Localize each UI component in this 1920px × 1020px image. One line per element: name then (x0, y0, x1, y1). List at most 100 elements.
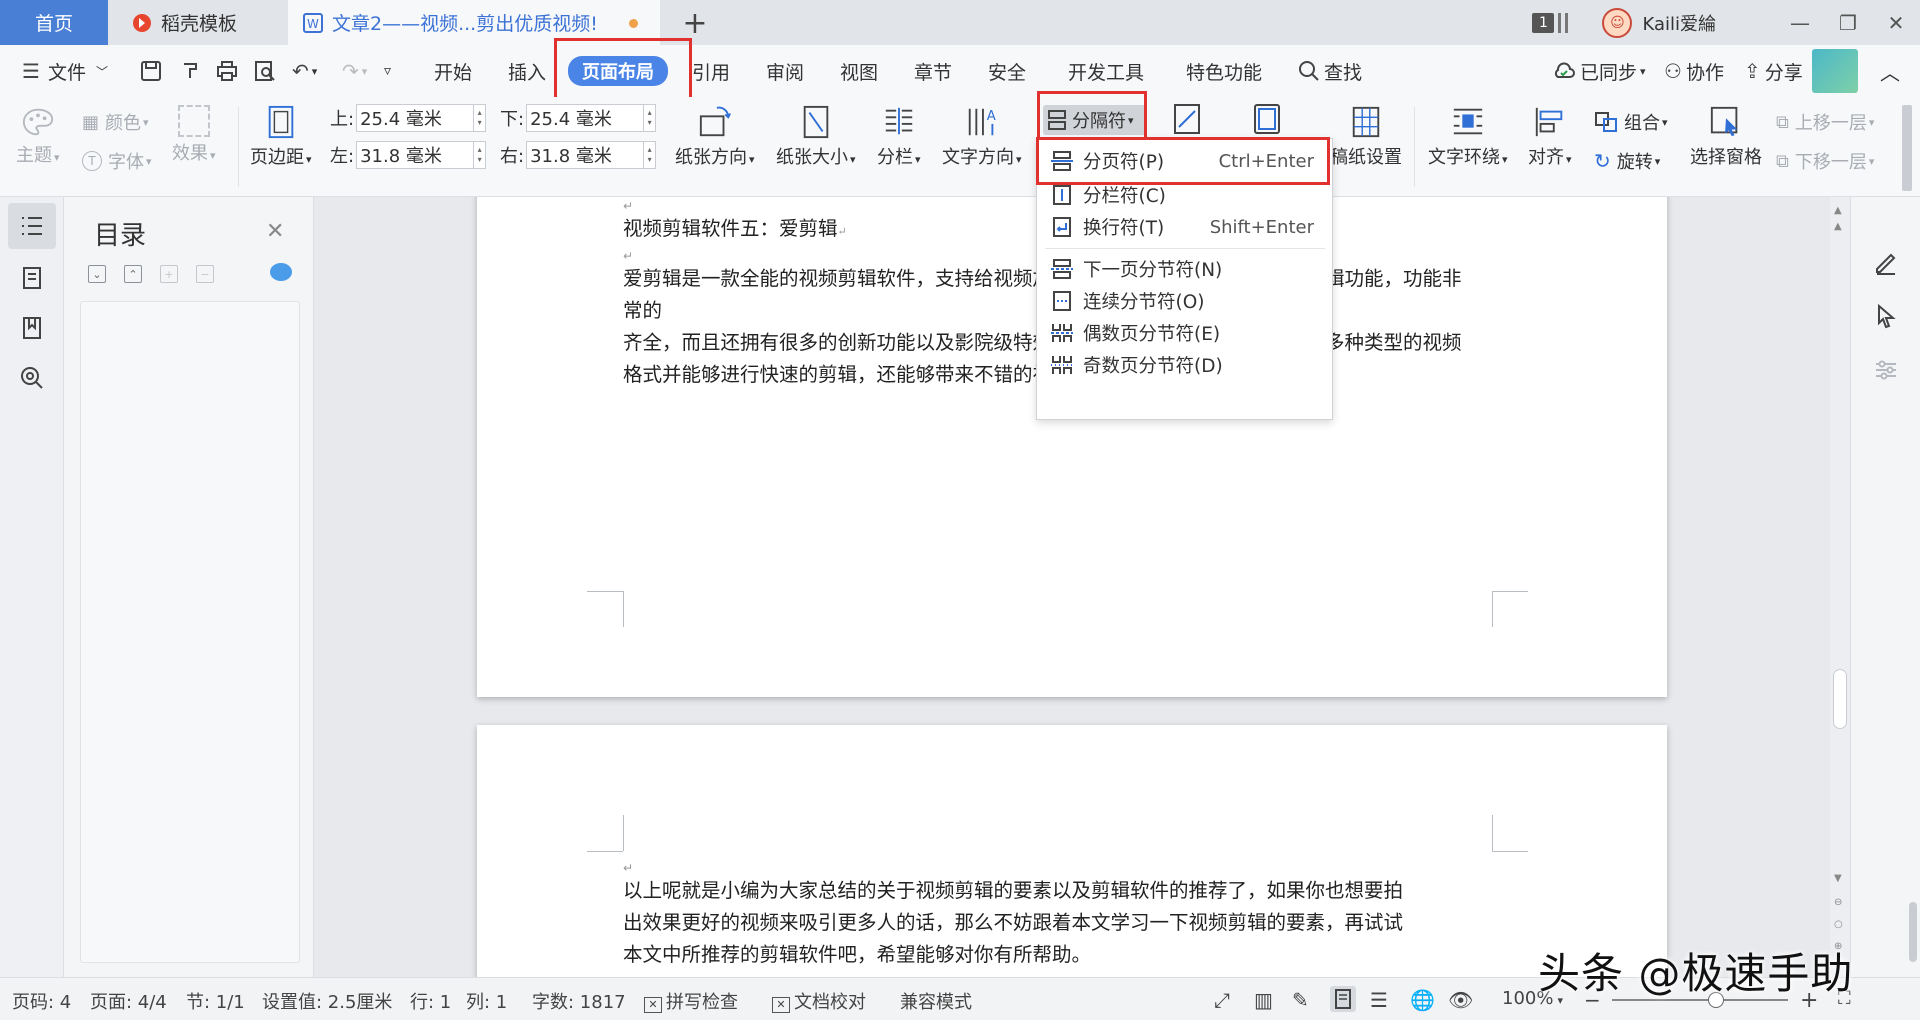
reading-mode-icon[interactable]: ▥ (1254, 988, 1273, 1012)
file-menu[interactable]: ☰ 文件 ﹀ (22, 45, 108, 97)
page-border-icon[interactable] (1252, 103, 1282, 135)
margin-bottom-spinner[interactable]: ▴ ▾ (644, 104, 657, 132)
margin-left-input[interactable] (356, 141, 475, 169)
menu-item-continuous-section[interactable]: 连续分节符(O) (1037, 283, 1332, 319)
select-browse-icon[interactable]: ○ (1834, 919, 1843, 930)
spellcheck-button[interactable]: ✕ 拼写检查 (644, 988, 738, 1014)
promote-level-icon[interactable]: + (160, 265, 178, 283)
menu-security[interactable]: 安全 (988, 45, 1026, 97)
menu-home[interactable]: 开始 (434, 45, 472, 97)
print-preview-icon[interactable] (254, 45, 276, 97)
document-paragraph[interactable]: 以上呢就是小编为大家总结的关于视频剪辑的要素以及剪辑软件的推荐了，如果你也想要拍… (623, 875, 1463, 971)
scroll-down-icon[interactable]: ▼ (1834, 873, 1842, 884)
smart-toc-icon[interactable] (270, 263, 292, 281)
demote-level-icon[interactable]: − (196, 265, 214, 283)
settings-sliders-icon[interactable] (1873, 357, 1899, 383)
customize-toolbar-icon[interactable]: ▿ (384, 45, 391, 97)
menu-item-line-break[interactable]: 换行符(T) Shift+Enter (1037, 209, 1332, 245)
new-tab-plus-icon[interactable]: + (680, 6, 710, 41)
rotate-button[interactable]: ↻ 旋转 ▾ (1594, 148, 1660, 174)
scroll-top-icon[interactable]: ▲ (1834, 205, 1842, 216)
line-numbers-icon[interactable] (1172, 103, 1202, 135)
collaborate-button[interactable]: ⚇ 协作 (1664, 45, 1724, 97)
margin-bottom-field[interactable]: 下: ▴▾ (500, 104, 657, 132)
status-setting[interactable]: 设置值: 2.5厘米 (262, 988, 392, 1014)
menu-item-odd-page-section[interactable]: 奇数页分节符(D) (1037, 347, 1332, 383)
menu-view[interactable]: 视图 (840, 45, 878, 97)
tab-docer-templates[interactable]: 稻壳模板 (113, 0, 285, 45)
margin-top-input[interactable] (356, 104, 475, 132)
menu-references[interactable]: 引用 (692, 45, 730, 97)
margin-right-spinner[interactable]: ▴ ▾ (644, 141, 657, 169)
group-button[interactable]: 组合 ▾ (1594, 109, 1668, 135)
menu-features[interactable]: 特色功能 (1186, 45, 1262, 97)
minimize-icon[interactable]: — (1776, 0, 1824, 45)
find-replace-icon[interactable] (8, 355, 56, 401)
menu-item-even-page-section[interactable]: 偶数页分节符(E) (1037, 315, 1332, 351)
margins-button[interactable]: 页边距 ▾ (250, 105, 312, 169)
orientation-button[interactable]: 纸张方向 ▾ (675, 105, 755, 169)
toc-icon[interactable] (8, 203, 56, 249)
menu-review[interactable]: 审阅 (766, 45, 804, 97)
margin-right-input[interactable] (526, 141, 645, 169)
color-button[interactable]: ▦ 颜色 ▾ (82, 109, 149, 135)
restore-icon[interactable]: ❐ (1824, 0, 1872, 45)
eye-protect-icon[interactable]: 👁 (1448, 988, 1473, 1012)
format-painter-icon[interactable] (180, 45, 202, 97)
collapse-all-icon[interactable]: ⌃ (124, 265, 142, 283)
status-word-count[interactable]: 字数: 1817 (532, 988, 626, 1014)
bring-forward-button[interactable]: ⧉ 上移一层 ▾ (1776, 109, 1874, 135)
align-button[interactable]: 对齐 ▾ (1528, 105, 1572, 169)
undo-icon[interactable]: ↶ ▾ (292, 45, 317, 97)
expand-all-icon[interactable]: ⌄ (88, 265, 106, 283)
status-section[interactable]: 节: 1/1 (186, 988, 245, 1014)
status-col[interactable]: 列: 1 (466, 988, 507, 1014)
menu-item-next-page-section[interactable]: 下一页分节符(N) (1037, 251, 1332, 287)
redo-icon[interactable]: ↷ ▾ (342, 45, 367, 97)
close-icon[interactable]: ✕ (1872, 0, 1920, 45)
ad-banner-icon[interactable] (1812, 45, 1858, 97)
window-count-badge[interactable]: 1 (1532, 12, 1555, 33)
theme-button[interactable]: 主题 ▾ (16, 105, 60, 167)
ribbon-scroll-indicator[interactable] (1902, 105, 1912, 191)
margin-top-spinner[interactable]: ▴ ▾ (474, 104, 487, 132)
collapse-ribbon-icon[interactable]: ︿ (1880, 45, 1900, 97)
web-view-icon[interactable]: 🌐 (1410, 988, 1435, 1012)
bookmark-icon[interactable] (8, 305, 56, 351)
avatar[interactable]: ☺ (1602, 7, 1633, 38)
margin-right-field[interactable]: 右: ▴▾ (500, 141, 657, 169)
status-page-code[interactable]: 页码: 4 (12, 988, 71, 1014)
vertical-scrollbar[interactable]: ▲ ▲ ▼ ⊖ ○ ⊕ (1830, 197, 1850, 977)
status-page[interactable]: 页面: 4/4 (90, 988, 167, 1014)
margin-top-field[interactable]: 上: ▴▾ (330, 104, 487, 132)
draft-paper-button[interactable]: 稿纸设置 (1330, 105, 1402, 169)
document-outline-icon[interactable] (8, 255, 56, 301)
send-backward-button[interactable]: ⧉ 下移一层 ▾ (1776, 148, 1874, 174)
rail-scroll-indicator[interactable] (1909, 902, 1917, 962)
menu-insert[interactable]: 插入 (508, 45, 546, 97)
columns-button[interactable]: 分栏 ▾ (877, 105, 921, 169)
close-icon[interactable]: ✕ (266, 219, 284, 244)
selection-pane-button[interactable]: 选择窗格 (1690, 105, 1762, 169)
username[interactable]: Kaili爱綸 (1642, 10, 1716, 36)
margin-bottom-input[interactable] (526, 104, 645, 132)
sync-status[interactable]: 已同步 ▾ (1552, 45, 1646, 97)
save-icon[interactable] (140, 45, 162, 97)
outline-view-icon[interactable]: ☰ (1370, 988, 1388, 1012)
share-button[interactable]: ⇪ 分享 (1744, 45, 1803, 97)
scroll-up-icon[interactable]: ▲ (1834, 221, 1842, 232)
window-list-icon[interactable] (1558, 12, 1569, 33)
fullscreen-icon[interactable]: ⤢ (1214, 988, 1230, 1012)
cursor-select-icon[interactable] (1873, 303, 1899, 329)
margin-left-spinner[interactable]: ▴ ▾ (474, 141, 487, 169)
prev-page-icon[interactable]: ⊖ (1834, 897, 1842, 908)
menu-developer[interactable]: 开发工具 (1068, 45, 1144, 97)
print-icon[interactable] (216, 45, 238, 97)
menu-search[interactable]: 查找 (1298, 45, 1362, 97)
paper-size-button[interactable]: 纸张大小 ▾ (776, 105, 856, 169)
tab-home[interactable]: 首页 (0, 0, 108, 45)
toc-list[interactable] (80, 301, 300, 963)
scroll-thumb[interactable] (1833, 669, 1847, 729)
menu-chapter[interactable]: 章节 (914, 45, 952, 97)
margin-left-field[interactable]: 左: ▴▾ (330, 141, 487, 169)
